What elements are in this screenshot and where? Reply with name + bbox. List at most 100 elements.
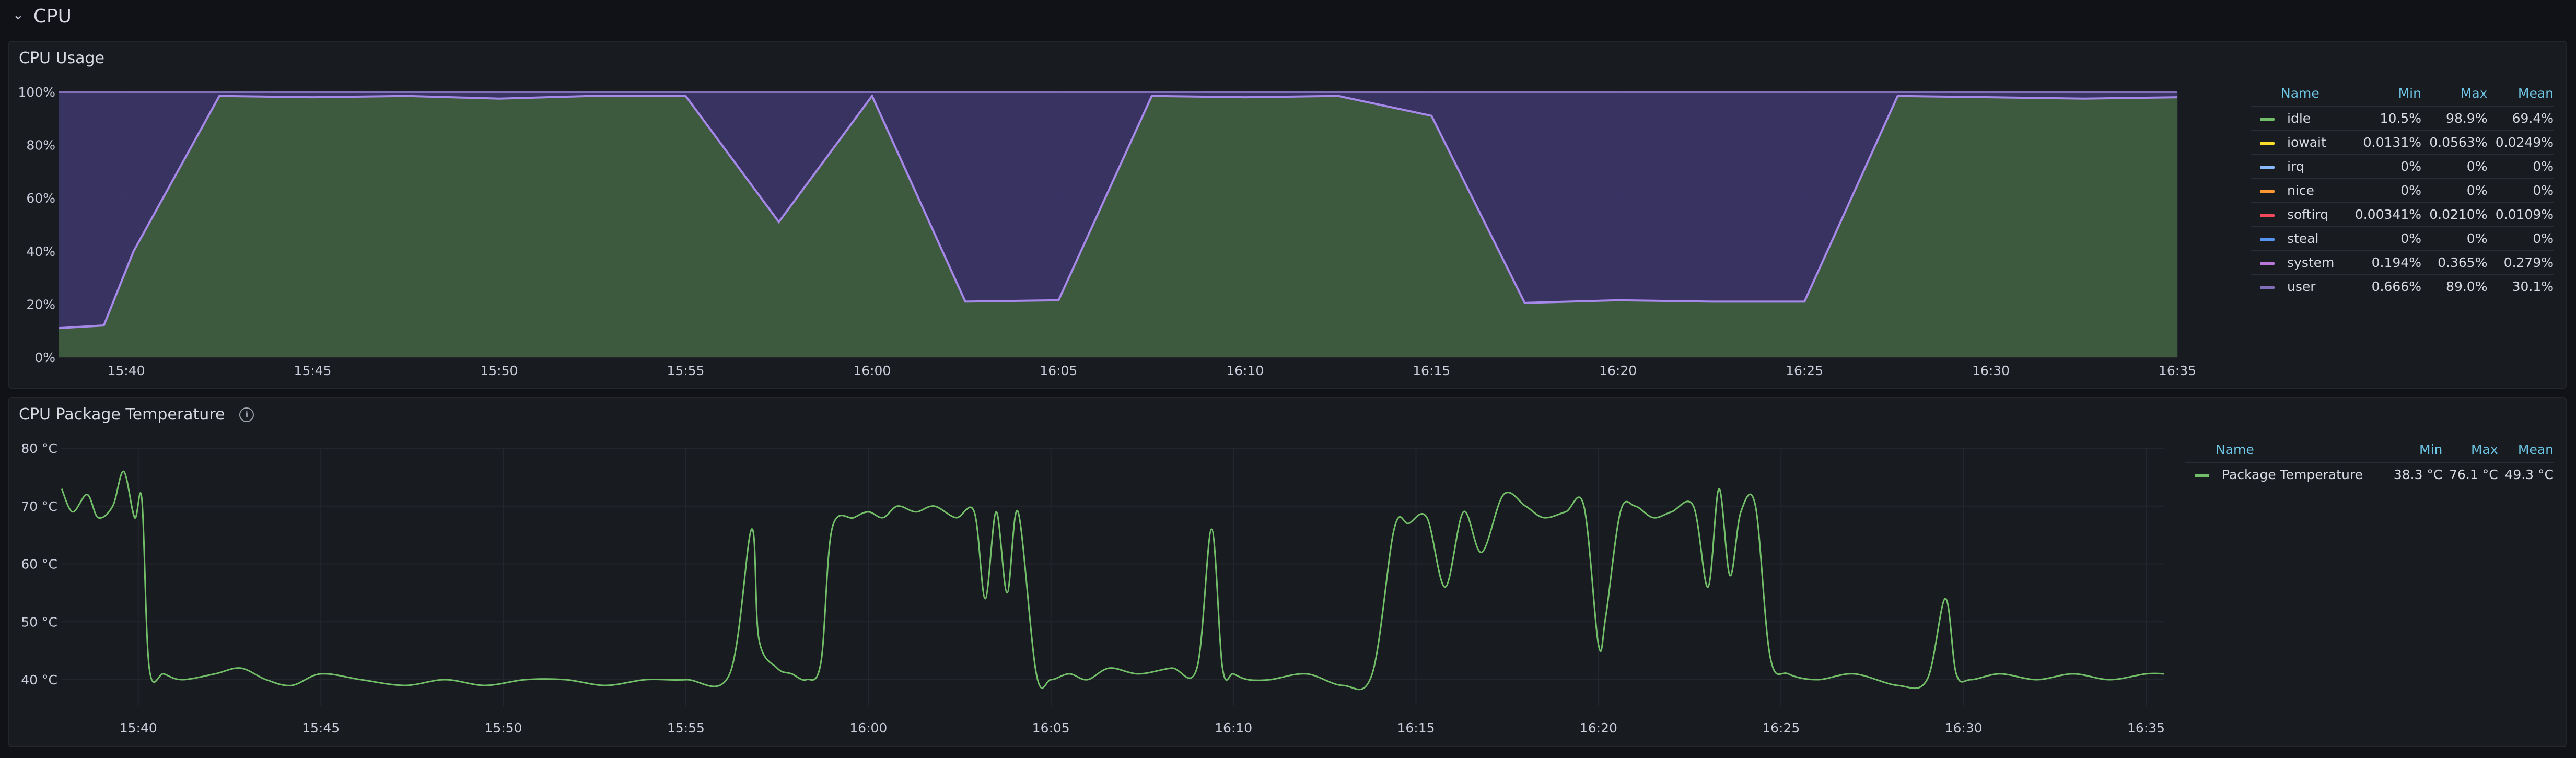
legend-max-value: 0.365% [2421, 250, 2488, 275]
x-tick-label: 16:15 [1397, 720, 1435, 736]
legend-header-mean[interactable]: Mean [2487, 86, 2554, 107]
panel-cpu-temperature: CPU Package Temperature i 80 °C 70 °C 60 °… [8, 397, 2567, 747]
x-tick-label: 16:35 [2159, 363, 2196, 378]
legend-header-name[interactable]: Name [2185, 442, 2387, 463]
legend-min-value: 10.5% [2346, 106, 2421, 131]
legend-series-label: nice [2287, 183, 2314, 198]
legend-series-label: steal [2287, 231, 2319, 246]
legend-header-min[interactable]: Min [2346, 86, 2421, 107]
legend-max-value: 98.9% [2421, 106, 2488, 131]
legend-row[interactable]: iowait 0.0131% 0.0563% 0.0249% [2251, 130, 2554, 155]
legend-max-value: 76.1 °C [2442, 462, 2498, 486]
legend-mean-value: 0% [2487, 154, 2554, 179]
legend-series-name[interactable]: iowait [2251, 130, 2346, 155]
legend-row[interactable]: nice 0% 0% 0% [2251, 178, 2554, 203]
x-tick-label: 16:05 [1032, 720, 1070, 736]
legend-row[interactable]: system 0.194% 0.365% 0.279% [2251, 250, 2554, 275]
legend-series-name[interactable]: irq [2251, 154, 2346, 179]
x-tick-label: 16:30 [1945, 720, 1983, 736]
x-tick-label: 16:15 [1413, 363, 1450, 378]
legend-series-label: Package Temperature [2222, 467, 2363, 482]
x-tick-label: 16:00 [849, 720, 887, 736]
legend-header-mean[interactable]: Mean [2498, 442, 2554, 463]
y-tick-label: 40% [26, 244, 55, 259]
panel-cpu-usage: CPU Usage 100% 80% 60% 40% 20% 0% 15:40 15:45 15… [8, 41, 2567, 389]
legend-mean-value: 30.1% [2487, 274, 2554, 298]
legend-min-value: 38.3 °C [2387, 462, 2443, 486]
legend-min-value: 0.00341% [2346, 202, 2421, 227]
series-color-swatch [2260, 165, 2275, 169]
legend-row[interactable]: steal 0% 0% 0% [2251, 226, 2554, 251]
cpu-usage-chart[interactable]: 100% 80% 60% 40% 20% 0% 15:40 15:45 15:50 15:55 16… [9, 42, 2235, 388]
x-tick-label: 16:30 [1972, 363, 2010, 378]
x-tick-label: 15:50 [480, 363, 518, 378]
y-tick-label: 60 °C [21, 557, 57, 572]
legend-header-min[interactable]: Min [2387, 442, 2442, 463]
legend-series-name[interactable]: softirq [2251, 202, 2346, 227]
legend-row[interactable]: Package Temperature 38.3 °C 76.1 °C 49.3 °C [2185, 462, 2554, 486]
legend-min-value: 0% [2346, 178, 2421, 203]
legend-series-name[interactable]: Package Temperature [2185, 462, 2387, 486]
x-tick-label: 16:25 [1762, 720, 1800, 736]
legend-series-label: softirq [2287, 207, 2329, 222]
x-tick-label: 16:20 [1599, 363, 1637, 378]
x-tick-label: 16:35 [2127, 720, 2165, 736]
legend-row[interactable]: softirq 0.00341% 0.0210% 0.0109% [2251, 202, 2554, 227]
legend-min-value: 0.194% [2346, 250, 2421, 275]
legend-max-value: 0% [2421, 226, 2488, 251]
line-package-temperature [61, 470, 2165, 691]
legend-row[interactable]: user 0.666% 89.0% 30.1% [2251, 274, 2554, 298]
x-tick-label: 15:55 [667, 720, 705, 736]
legend-max-value: 0.0210% [2421, 202, 2488, 227]
legend-series-label: irq [2287, 159, 2304, 174]
legend-series-label: system [2287, 255, 2335, 270]
x-tick-label: 15:45 [302, 720, 340, 736]
legend-series-name[interactable]: user [2251, 274, 2346, 298]
legend-row[interactable]: idle 10.5% 98.9% 69.4% [2251, 106, 2554, 131]
legend-table: Name Min Max Mean idle 10.5% 98.9% 69.4% iow… [2251, 86, 2554, 298]
legend-header-max[interactable]: Max [2442, 442, 2498, 463]
series-color-swatch [2260, 213, 2275, 217]
legend-series-name[interactable]: system [2251, 250, 2346, 275]
legend-series-name[interactable]: nice [2251, 178, 2346, 203]
x-tick-label: 16:25 [1786, 363, 1823, 378]
legend-series-name[interactable]: idle [2251, 106, 2346, 131]
legend-max-value: 0% [2421, 178, 2488, 203]
legend-series-label: user [2287, 279, 2316, 294]
cpu-temperature-chart[interactable]: 80 °C 70 °C 60 °C 50 °C 40 °C 15:40 15:45 15:50… [9, 398, 2193, 746]
x-tick-label: 15:45 [294, 363, 331, 378]
chevron-down-icon[interactable]: ⌄ [13, 7, 24, 23]
y-tick-label: 20% [26, 297, 55, 312]
legend-series-name[interactable]: steal [2251, 226, 2346, 251]
row-title: CPU [33, 5, 72, 27]
legend-header-name[interactable]: Name [2251, 86, 2346, 107]
y-tick-label: 40 °C [21, 672, 57, 687]
legend-header-max[interactable]: Max [2421, 86, 2488, 107]
series-color-swatch [2260, 141, 2275, 145]
legend-min-value: 0% [2346, 226, 2421, 251]
legend-row[interactable]: irq 0% 0% 0% [2251, 154, 2554, 179]
x-tick-label: 16:05 [1040, 363, 1077, 378]
series-color-swatch [2260, 237, 2275, 241]
y-tick-label: 60% [26, 191, 55, 206]
series-color-swatch [2260, 117, 2275, 121]
legend-mean-value: 0% [2487, 178, 2554, 203]
legend-series-label: idle [2287, 111, 2311, 126]
legend-series-label: iowait [2287, 135, 2326, 150]
legend-min-value: 0.666% [2346, 274, 2421, 298]
legend-max-value: 0.0563% [2421, 130, 2488, 155]
series-color-swatch [2195, 473, 2209, 477]
legend-min-value: 0.0131% [2346, 130, 2421, 155]
legend-mean-value: 0.0249% [2487, 130, 2554, 155]
y-tick-label: 80 °C [21, 441, 57, 456]
x-tick-label: 15:40 [107, 363, 145, 378]
x-tick-label: 16:00 [853, 363, 891, 378]
x-tick-label: 15:40 [120, 720, 157, 736]
y-tick-label: 100% [18, 85, 55, 100]
y-tick-label: 70 °C [21, 499, 57, 514]
row-header-cpu[interactable]: ⌄ CPU [13, 0, 2562, 32]
legend-max-value: 89.0% [2421, 274, 2488, 298]
x-tick-label: 15:55 [667, 363, 704, 378]
legend-mean-value: 0% [2487, 226, 2554, 251]
x-tick-label: 16:10 [1226, 363, 1264, 378]
